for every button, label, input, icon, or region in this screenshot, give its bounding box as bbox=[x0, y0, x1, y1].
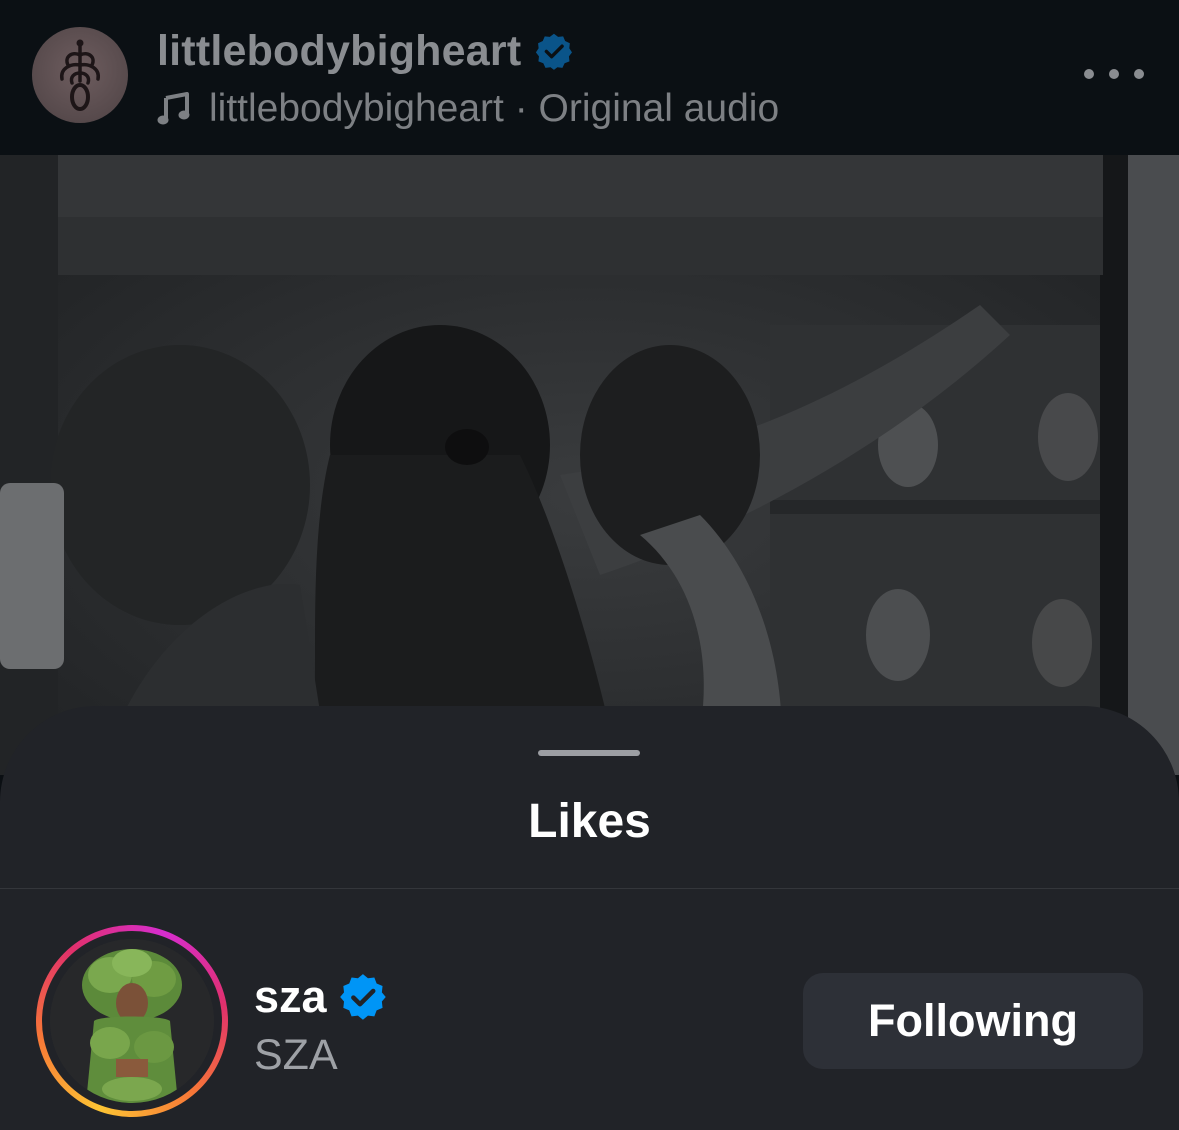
following-button[interactable]: Following bbox=[803, 973, 1143, 1069]
avatar bbox=[50, 939, 214, 1103]
owner-username[interactable]: littlebodybigheart bbox=[157, 27, 521, 76]
video-frame-image bbox=[0, 155, 1179, 775]
sheet-title: Likes bbox=[528, 795, 651, 848]
more-horizontal-icon bbox=[1084, 69, 1094, 79]
owner-avatar[interactable] bbox=[32, 27, 128, 123]
username[interactable]: sza bbox=[254, 971, 327, 1023]
sheet-drag-handle[interactable] bbox=[538, 750, 640, 756]
more-options-button[interactable] bbox=[1084, 56, 1144, 92]
audio-label: littlebodybigheart · Original audio bbox=[209, 87, 780, 130]
audio-row[interactable]: littlebodybigheart · Original audio bbox=[157, 84, 779, 134]
story-ring-avatar[interactable] bbox=[36, 925, 228, 1117]
verified-badge-icon bbox=[536, 33, 573, 70]
likes-sheet: Likes sza SZA Following bbox=[0, 706, 1179, 1130]
reel-video[interactable] bbox=[0, 155, 1179, 775]
verified-badge-icon bbox=[339, 974, 386, 1020]
user-full-name: SZA bbox=[254, 1031, 338, 1079]
post-header: littlebodybigheart littlebodybigheart · … bbox=[0, 0, 1179, 155]
profile-photo-image bbox=[50, 939, 214, 1103]
tree-logo-icon bbox=[60, 39, 100, 111]
list-item[interactable]: sza SZA Following bbox=[0, 889, 1179, 1130]
music-note-icon bbox=[157, 92, 190, 125]
owner-name-row[interactable]: littlebodybigheart bbox=[157, 24, 573, 78]
username-row[interactable]: sza bbox=[254, 969, 387, 1025]
